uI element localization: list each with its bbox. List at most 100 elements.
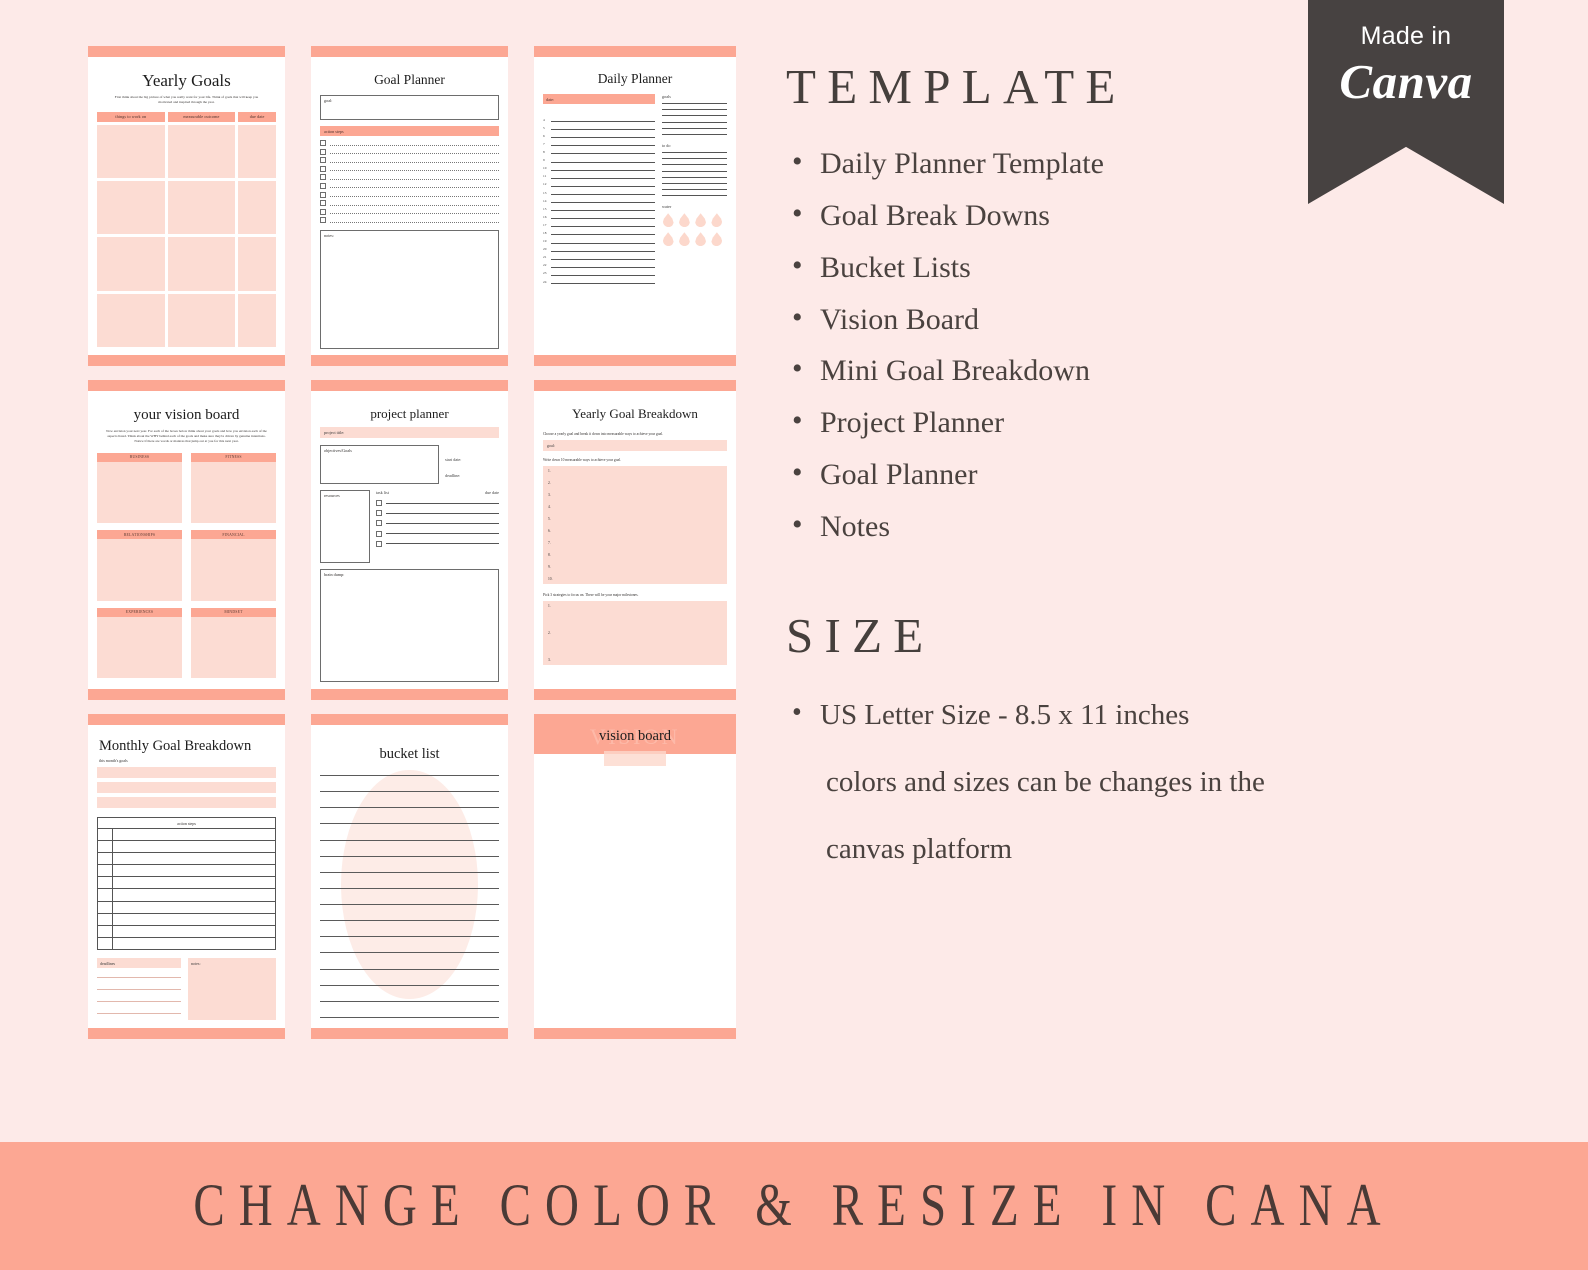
bucket-list-line[interactable] xyxy=(320,1000,499,1002)
task-row[interactable] xyxy=(376,510,499,517)
row-number-cell[interactable] xyxy=(98,937,113,949)
todo-line[interactable] xyxy=(662,189,727,191)
task-line[interactable] xyxy=(386,522,499,524)
table-row[interactable] xyxy=(98,829,275,842)
write-line[interactable] xyxy=(330,166,499,172)
task-row[interactable] xyxy=(376,520,499,527)
action-step-rows[interactable] xyxy=(320,140,499,224)
hour-row[interactable]: 11 xyxy=(543,171,655,179)
deadline-lines[interactable] xyxy=(97,968,181,1020)
checkbox[interactable] xyxy=(320,182,326,189)
numbered-item[interactable]: 1. xyxy=(548,604,722,608)
checkbox[interactable] xyxy=(376,510,382,517)
goal-line[interactable] xyxy=(662,121,727,123)
action-step-row[interactable] xyxy=(320,191,499,198)
hour-row[interactable]: 23 xyxy=(543,268,655,276)
hour-row[interactable]: 7 xyxy=(543,138,655,147)
todo-line[interactable] xyxy=(662,195,727,197)
goal-line[interactable] xyxy=(662,127,727,129)
checkbox[interactable] xyxy=(320,140,326,146)
hour-row[interactable]: 13 xyxy=(543,187,655,195)
three-strategies-list[interactable]: 1. 2. 3. xyxy=(543,601,727,665)
goal-bar[interactable] xyxy=(97,797,276,808)
vision-category-area[interactable] xyxy=(191,539,276,601)
grid-cell[interactable] xyxy=(97,293,165,347)
checkbox[interactable] xyxy=(320,157,326,164)
row-number-cell[interactable] xyxy=(98,925,113,937)
hour-row[interactable]: 10 xyxy=(543,163,655,171)
numbered-item[interactable]: 5. xyxy=(548,517,722,521)
deadline-field[interactable]: deadline: xyxy=(445,473,499,478)
hour-row[interactable]: 19 xyxy=(543,235,655,244)
water-drop-icon[interactable] xyxy=(662,213,674,228)
bucket-list-line[interactable] xyxy=(320,839,499,841)
hour-row[interactable]: 8 xyxy=(543,146,655,155)
checkbox[interactable] xyxy=(376,530,382,537)
bucket-list-line[interactable] xyxy=(320,775,499,776)
numbered-item[interactable]: 3. xyxy=(548,493,722,497)
vision-category[interactable]: MINDSET xyxy=(191,607,276,678)
row-number-cell[interactable] xyxy=(98,901,113,913)
hour-row[interactable]: 17 xyxy=(543,219,655,228)
goal-line[interactable] xyxy=(662,115,727,117)
vision-category[interactable]: FINANCIAL xyxy=(191,530,276,601)
vision-category[interactable]: EXPERIENCES xyxy=(97,607,182,678)
page-bucket-list[interactable]: bucket list xyxy=(311,714,508,1039)
project-title-field[interactable]: project title: xyxy=(320,427,499,438)
numbered-item[interactable]: 2. xyxy=(548,631,722,635)
page-yearly-goals[interactable]: Yearly Goals First think about the big p… xyxy=(88,46,285,366)
water-drop-icon[interactable] xyxy=(695,232,707,247)
bucket-list-line[interactable] xyxy=(320,807,499,809)
checkbox[interactable] xyxy=(320,165,326,172)
task-rows[interactable] xyxy=(376,500,499,547)
yearly-goals-grid[interactable] xyxy=(97,124,276,347)
bucket-list-line[interactable] xyxy=(320,952,499,954)
write-line[interactable] xyxy=(330,209,499,215)
row-number-cell[interactable] xyxy=(98,841,113,853)
bucket-list-line[interactable] xyxy=(320,791,499,793)
brain-dump-field[interactable]: brain dump: xyxy=(320,569,499,682)
hour-row[interactable]: 24 xyxy=(543,276,655,284)
goal-line[interactable] xyxy=(662,133,727,135)
numbered-item[interactable]: 4. xyxy=(548,505,722,509)
grid-cell[interactable] xyxy=(97,237,165,291)
todo-line[interactable] xyxy=(662,164,727,166)
grid-cell[interactable] xyxy=(167,237,236,291)
hour-row[interactable]: 4 xyxy=(543,114,655,123)
notes-field[interactable]: notes: xyxy=(320,230,499,349)
numbered-item[interactable]: 6. xyxy=(548,529,722,533)
action-step-row[interactable] xyxy=(320,174,499,181)
water-tracker[interactable] xyxy=(662,213,727,247)
action-step-row[interactable] xyxy=(320,148,499,155)
vision-category-grid[interactable]: BUSINESS FITNESS RELATIONSHIPS FINANCIAL EXP… xyxy=(97,452,276,678)
hour-row[interactable]: 14 xyxy=(543,195,655,204)
checkbox[interactable] xyxy=(376,500,382,506)
bucket-list-line[interactable] xyxy=(320,984,499,986)
hour-row[interactable]: 22 xyxy=(543,260,655,268)
checkbox[interactable] xyxy=(376,540,382,547)
page-yearly-goal-breakdown[interactable]: Yearly Goal Breakdown Choose a yearly go… xyxy=(534,380,736,700)
bucket-list-line[interactable] xyxy=(320,968,499,970)
page-project-planner[interactable]: project planner project title: objective… xyxy=(311,380,508,700)
bucket-list-line[interactable] xyxy=(320,823,499,825)
bucket-list-line[interactable] xyxy=(320,920,499,922)
start-date-field[interactable]: start date: xyxy=(445,457,499,462)
hour-row[interactable]: 21 xyxy=(543,252,655,260)
hour-row[interactable]: 5 xyxy=(543,122,655,131)
hour-line[interactable] xyxy=(551,282,655,284)
task-row[interactable] xyxy=(376,500,499,506)
objectives-field[interactable]: objectives/Goals xyxy=(320,445,439,484)
grid-cell[interactable] xyxy=(167,181,236,235)
action-step-row[interactable] xyxy=(320,182,499,189)
todo-line[interactable] xyxy=(662,158,727,160)
date-field[interactable]: date: xyxy=(543,94,655,104)
numbered-item[interactable]: 1. xyxy=(548,469,722,473)
grid-cell[interactable] xyxy=(97,124,165,179)
page-vision-board[interactable]: VISION vision board xyxy=(534,714,736,1039)
todo-line[interactable] xyxy=(662,182,727,184)
vision-category-area[interactable] xyxy=(97,539,182,601)
hourly-schedule[interactable]: 4 5 6 7 8 9 10 11 12 13 14 15 16 17 18 19 20 21 22 23 24 xyxy=(543,114,655,351)
grid-cell[interactable] xyxy=(238,124,276,179)
todo-line[interactable] xyxy=(662,151,727,153)
row-number-cell[interactable] xyxy=(98,877,113,889)
